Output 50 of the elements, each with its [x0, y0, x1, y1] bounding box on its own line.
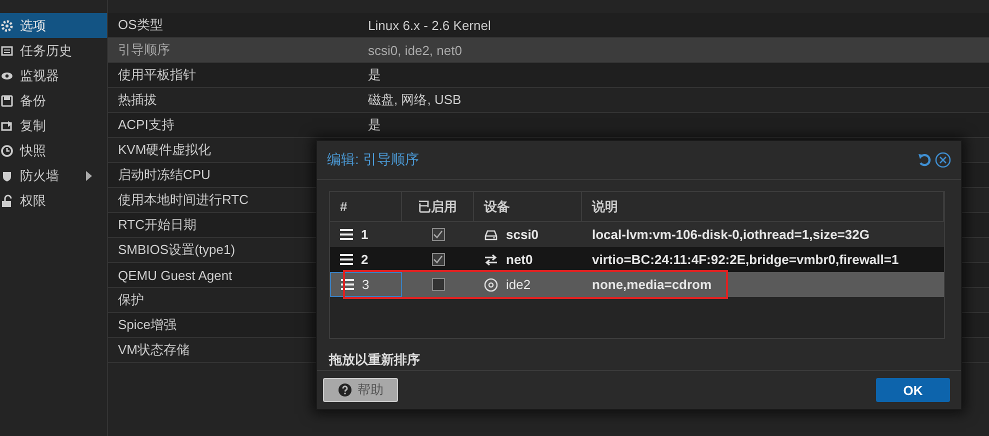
dialog-title: 编辑: 引导顺序 — [327, 151, 420, 169]
column-header[interactable]: # — [330, 192, 402, 221]
row-number: 2 — [361, 252, 368, 267]
option-row[interactable]: 使用平板指针 是 — [108, 63, 989, 88]
option-value: 是 — [367, 116, 381, 134]
sidebar-item[interactable]: 快照 — [0, 138, 107, 163]
option-name: 保护 — [118, 292, 144, 307]
sidebar-item[interactable]: 防火墙 — [0, 163, 107, 188]
option-name: RTC开始日期 — [118, 217, 196, 232]
option-name: SMBIOS设置(type1) — [118, 242, 236, 257]
option-row[interactable]: OS类型 Linux 6.x - 2.6 Kernel — [108, 13, 989, 38]
boot-row[interactable]: 2 net0 virtio=BC:24:11:4F:92:2E,bridge=vmbr0,firewall=1 — [330, 247, 944, 272]
option-value: 是 — [367, 66, 381, 84]
boot-row[interactable]: 1 scsi0 local-lvm:vm-106-disk-0,iothread=1,size=32G — [330, 222, 944, 247]
option-name: QEMU Guest Agent — [118, 268, 232, 282]
option-name: 使用本地时间进行RTC — [118, 192, 248, 207]
option-value: Linux 6.x - 2.6 Kernel — [367, 18, 491, 32]
option-name: 使用平板指针 — [118, 67, 196, 82]
row-number: 3 — [362, 277, 370, 292]
option-name: 引导顺序 — [118, 42, 170, 57]
ok-button[interactable]: OK — [876, 378, 950, 402]
sidebar-item[interactable]: 任务历史 — [0, 38, 107, 63]
boot-row[interactable]: 3 ide2 none,media=cdrom — [330, 272, 944, 297]
option-row[interactable]: ACPI支持 是 — [108, 113, 989, 138]
sidebar-item[interactable]: 备份 — [0, 88, 107, 113]
column-header[interactable]: 设备 — [474, 192, 582, 221]
column-header[interactable]: 说明 — [582, 192, 944, 221]
option-name: VM状态存储 — [118, 342, 190, 357]
sidebar-item[interactable]: 权限 — [0, 188, 107, 213]
device-description: local-lvm:vm-106-disk-0,iothread=1,size=32G — [592, 227, 870, 242]
sidebar-item[interactable]: 选项 — [0, 13, 107, 38]
option-name: Spice增强 — [118, 317, 177, 332]
device-description: none,media=cdrom — [592, 277, 712, 292]
option-value: 磁盘, 网络, USB — [367, 91, 462, 109]
option-row[interactable]: 引导顺序 scsi0, ide2, net0 — [108, 38, 989, 63]
device-name: net0 — [506, 252, 533, 267]
row-number: 1 — [361, 227, 368, 242]
option-name: 热插拔 — [118, 92, 157, 107]
device-name: scsi0 — [506, 227, 539, 242]
column-header[interactable]: 已启用 — [402, 192, 474, 221]
option-name: 启动时冻结CPU — [118, 167, 210, 182]
sidebar-item[interactable]: 复制 — [0, 113, 107, 138]
hint-text: 拖放以重新排序 — [329, 351, 421, 369]
sidebar-item[interactable]: 监视器 — [0, 63, 107, 88]
device-name: ide2 — [506, 277, 531, 292]
option-name: ACPI支持 — [118, 117, 174, 132]
option-name: KVM硬件虚拟化 — [118, 142, 212, 157]
device-description: virtio=BC:24:11:4F:92:2E,bridge=vmbr0,firewall=1 — [592, 252, 899, 267]
option-name: OS类型 — [118, 17, 163, 32]
option-value: scsi0, ide2, net0 — [367, 42, 462, 58]
